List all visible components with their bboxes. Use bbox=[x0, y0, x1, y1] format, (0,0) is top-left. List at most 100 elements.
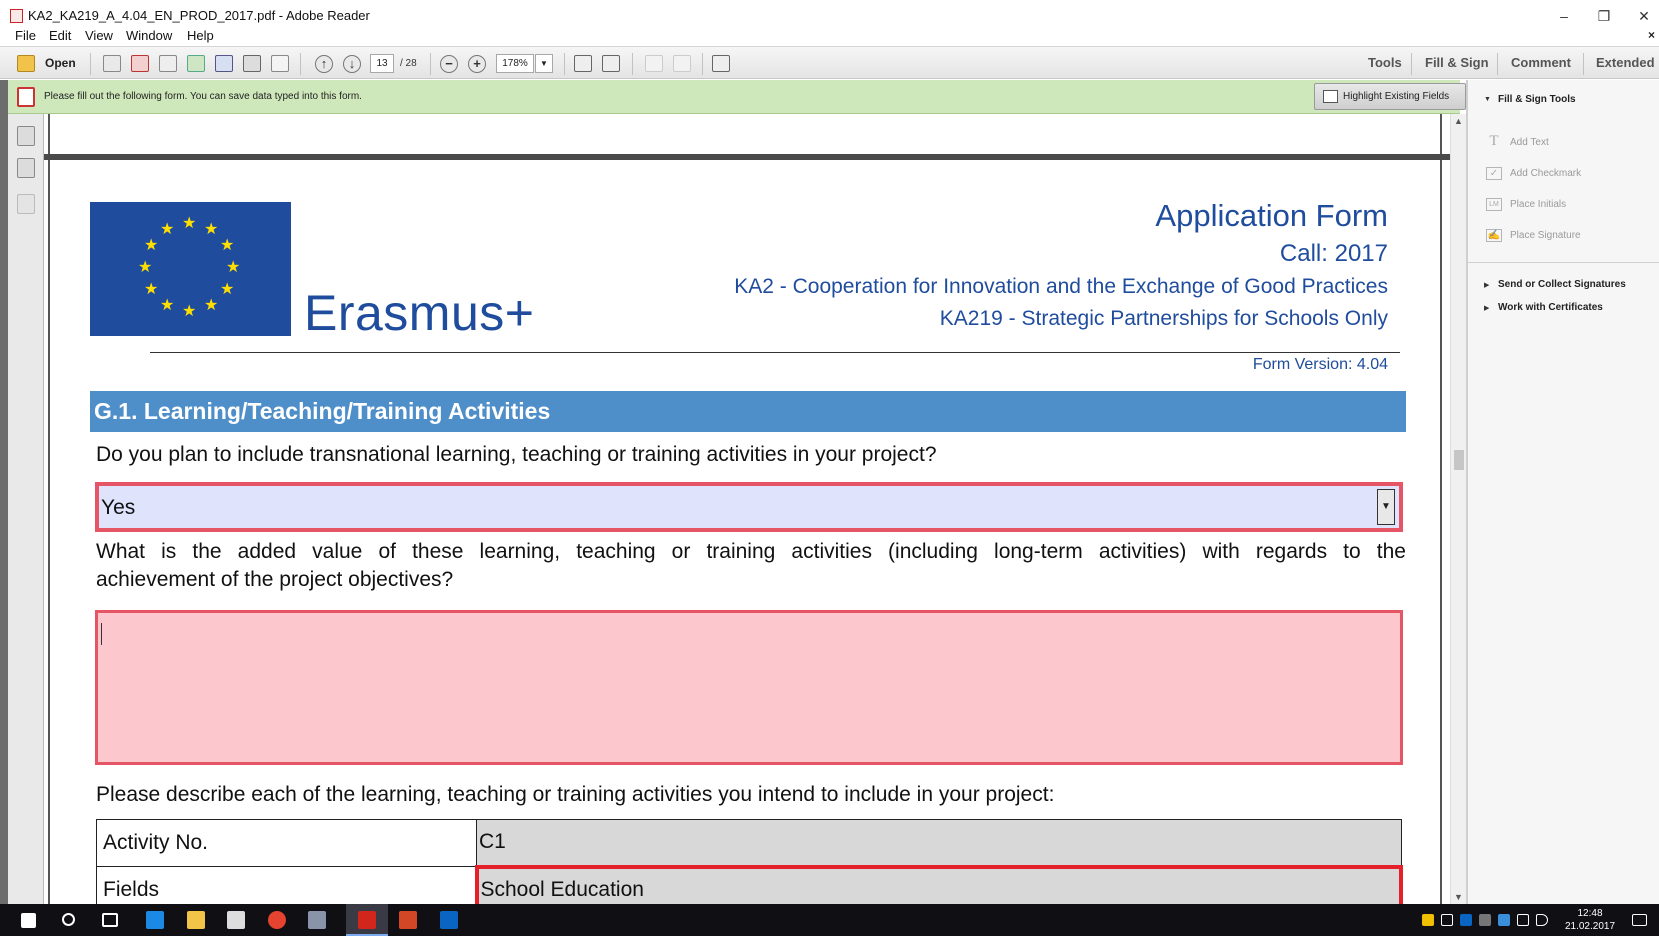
adobe-reader-taskbar-icon[interactable] bbox=[358, 911, 376, 929]
header-rule bbox=[150, 352, 1400, 353]
expanded-triangle-icon[interactable]: ▼ bbox=[1484, 96, 1491, 103]
fields-select[interactable]: School Education bbox=[474, 864, 1403, 904]
edge-browser-icon[interactable] bbox=[146, 911, 164, 929]
highlight-text-icon[interactable] bbox=[673, 55, 691, 72]
table-row: Activity No. C1 bbox=[96, 819, 1402, 867]
outlook-icon[interactable] bbox=[440, 911, 458, 929]
fields-label: Fields bbox=[96, 866, 477, 904]
notifications-icon[interactable] bbox=[1632, 914, 1647, 926]
scrollbar-thumb[interactable] bbox=[1454, 450, 1464, 470]
outlook-tray-icon[interactable] bbox=[1460, 914, 1472, 926]
export-pdf-icon[interactable] bbox=[131, 55, 149, 72]
transnational-activities-select[interactable]: Yes ▼ bbox=[95, 482, 1403, 532]
tab-fill-sign[interactable]: Fill & Sign bbox=[1425, 55, 1489, 70]
zoom-in-icon[interactable]: + bbox=[468, 55, 486, 73]
menu-view[interactable]: View bbox=[85, 28, 113, 43]
store-icon[interactable] bbox=[227, 911, 245, 929]
close-button[interactable]: ✕ bbox=[1624, 4, 1659, 28]
task-view-icon[interactable] bbox=[102, 913, 118, 927]
page-thumbnails-icon[interactable] bbox=[17, 126, 35, 146]
bookmarks-icon[interactable] bbox=[17, 158, 35, 178]
activity-no-field[interactable]: C1 bbox=[476, 819, 1402, 867]
work-with-certificates-heading[interactable]: Work with Certificates bbox=[1498, 302, 1603, 313]
place-initials-tool[interactable]: Place Initials bbox=[1510, 199, 1566, 210]
minimize-button[interactable]: – bbox=[1544, 4, 1584, 28]
toolbar-separator bbox=[90, 53, 91, 75]
tab-tools[interactable]: Tools bbox=[1368, 55, 1402, 70]
menu-window[interactable]: Window bbox=[126, 28, 172, 43]
menu-file[interactable]: File bbox=[15, 28, 36, 43]
tab-extended[interactable]: Extended bbox=[1596, 55, 1655, 70]
tray-app-icon[interactable] bbox=[1498, 914, 1510, 926]
send-collect-signatures-heading[interactable]: Send or Collect Signatures bbox=[1498, 279, 1626, 290]
email-icon[interactable] bbox=[271, 55, 289, 72]
system-clock[interactable]: 12:48 21.02.2017 bbox=[1560, 907, 1620, 933]
close-document-icon[interactable]: × bbox=[1648, 28, 1655, 42]
tray-app-icon[interactable] bbox=[1479, 914, 1491, 926]
usb-tray-icon[interactable] bbox=[1441, 914, 1453, 926]
collapsed-triangle-icon[interactable]: ▶ bbox=[1484, 304, 1489, 312]
sticky-note-icon[interactable] bbox=[645, 55, 663, 72]
place-signature-tool[interactable]: Place Signature bbox=[1510, 230, 1581, 241]
volume-icon[interactable] bbox=[1536, 914, 1548, 926]
added-value-textarea[interactable] bbox=[95, 610, 1403, 765]
toolbar-separator bbox=[564, 53, 565, 75]
next-page-icon[interactable]: ↓ bbox=[343, 55, 361, 73]
add-text-tool[interactable]: Add Text bbox=[1510, 137, 1549, 148]
zoom-level-input[interactable]: 178% bbox=[496, 54, 534, 73]
tab-comment[interactable]: Comment bbox=[1511, 55, 1571, 70]
page-number-input[interactable]: 13 bbox=[370, 54, 394, 73]
signature-icon[interactable]: ✍ bbox=[1486, 229, 1502, 242]
menu-edit[interactable]: Edit bbox=[49, 28, 71, 43]
file-explorer-icon[interactable] bbox=[187, 911, 205, 929]
add-text-icon[interactable]: T bbox=[1486, 134, 1502, 149]
highlight-existing-fields-button[interactable]: Highlight Existing Fields bbox=[1314, 83, 1466, 110]
chevron-down-icon[interactable]: ▼ bbox=[1377, 489, 1395, 525]
app-icon[interactable] bbox=[308, 911, 326, 929]
erasmus-plus-logo-text: Erasmus+ bbox=[304, 285, 535, 341]
zoom-out-icon[interactable]: − bbox=[440, 55, 458, 73]
security-tray-icon[interactable] bbox=[1422, 914, 1434, 926]
form-version: Form Version: 4.04 bbox=[1252, 356, 1388, 373]
expand-icon[interactable] bbox=[712, 55, 730, 72]
add-checkmark-tool[interactable]: Add Checkmark bbox=[1510, 168, 1581, 179]
fit-width-icon[interactable] bbox=[602, 55, 620, 72]
network-icon[interactable] bbox=[1517, 914, 1529, 926]
form-notice-bar: Please fill out the following form. You … bbox=[8, 80, 1466, 114]
edit-icon[interactable] bbox=[159, 55, 177, 72]
page-total: / 28 bbox=[400, 58, 417, 69]
print-icon[interactable] bbox=[243, 55, 261, 72]
fill-sign-tools-heading[interactable]: Fill & Sign Tools bbox=[1498, 94, 1576, 105]
open-button[interactable]: Open bbox=[45, 56, 76, 70]
vertical-scrollbar[interactable]: ▲ ▼ bbox=[1450, 114, 1466, 904]
restore-button[interactable]: ❐ bbox=[1584, 4, 1624, 28]
windows-start-icon[interactable] bbox=[21, 913, 36, 928]
toolbar-separator bbox=[300, 53, 301, 75]
collapsed-triangle-icon[interactable]: ▶ bbox=[1484, 281, 1489, 289]
panel-divider bbox=[1468, 262, 1659, 263]
search-icon[interactable] bbox=[62, 913, 75, 926]
document-view[interactable]: ★ ★ ★ ★ ★ ★ ★ ★ ★ ★ ★ ★ Erasmus+ Applica… bbox=[44, 114, 1450, 904]
form-title: Application Form bbox=[1155, 198, 1388, 233]
menu-help[interactable]: Help bbox=[187, 28, 214, 43]
zoom-dropdown-icon[interactable]: ▼ bbox=[535, 54, 553, 73]
fit-page-icon[interactable] bbox=[574, 55, 592, 72]
create-pdf-icon[interactable] bbox=[103, 55, 121, 72]
chrome-icon[interactable] bbox=[268, 911, 286, 929]
form-document-icon bbox=[17, 87, 35, 107]
navigation-pane bbox=[8, 114, 44, 904]
activity-no-label: Activity No. bbox=[96, 819, 477, 867]
checkmark-icon[interactable]: ✓ bbox=[1486, 167, 1502, 180]
previous-page-icon[interactable]: ↑ bbox=[315, 55, 333, 73]
scroll-down-icon[interactable]: ▼ bbox=[1454, 892, 1463, 902]
save-icon[interactable] bbox=[215, 55, 233, 72]
toolbar-separator bbox=[1583, 53, 1584, 75]
previous-page-bottom bbox=[48, 114, 1442, 154]
toolbar-separator bbox=[1411, 53, 1412, 75]
cloud-upload-icon[interactable] bbox=[187, 55, 205, 72]
powerpoint-icon[interactable] bbox=[399, 911, 417, 929]
scroll-up-icon[interactable]: ▲ bbox=[1454, 116, 1463, 126]
attachments-icon[interactable] bbox=[17, 194, 35, 214]
initials-icon[interactable]: LM bbox=[1486, 198, 1502, 211]
open-folder-icon[interactable] bbox=[17, 55, 35, 72]
